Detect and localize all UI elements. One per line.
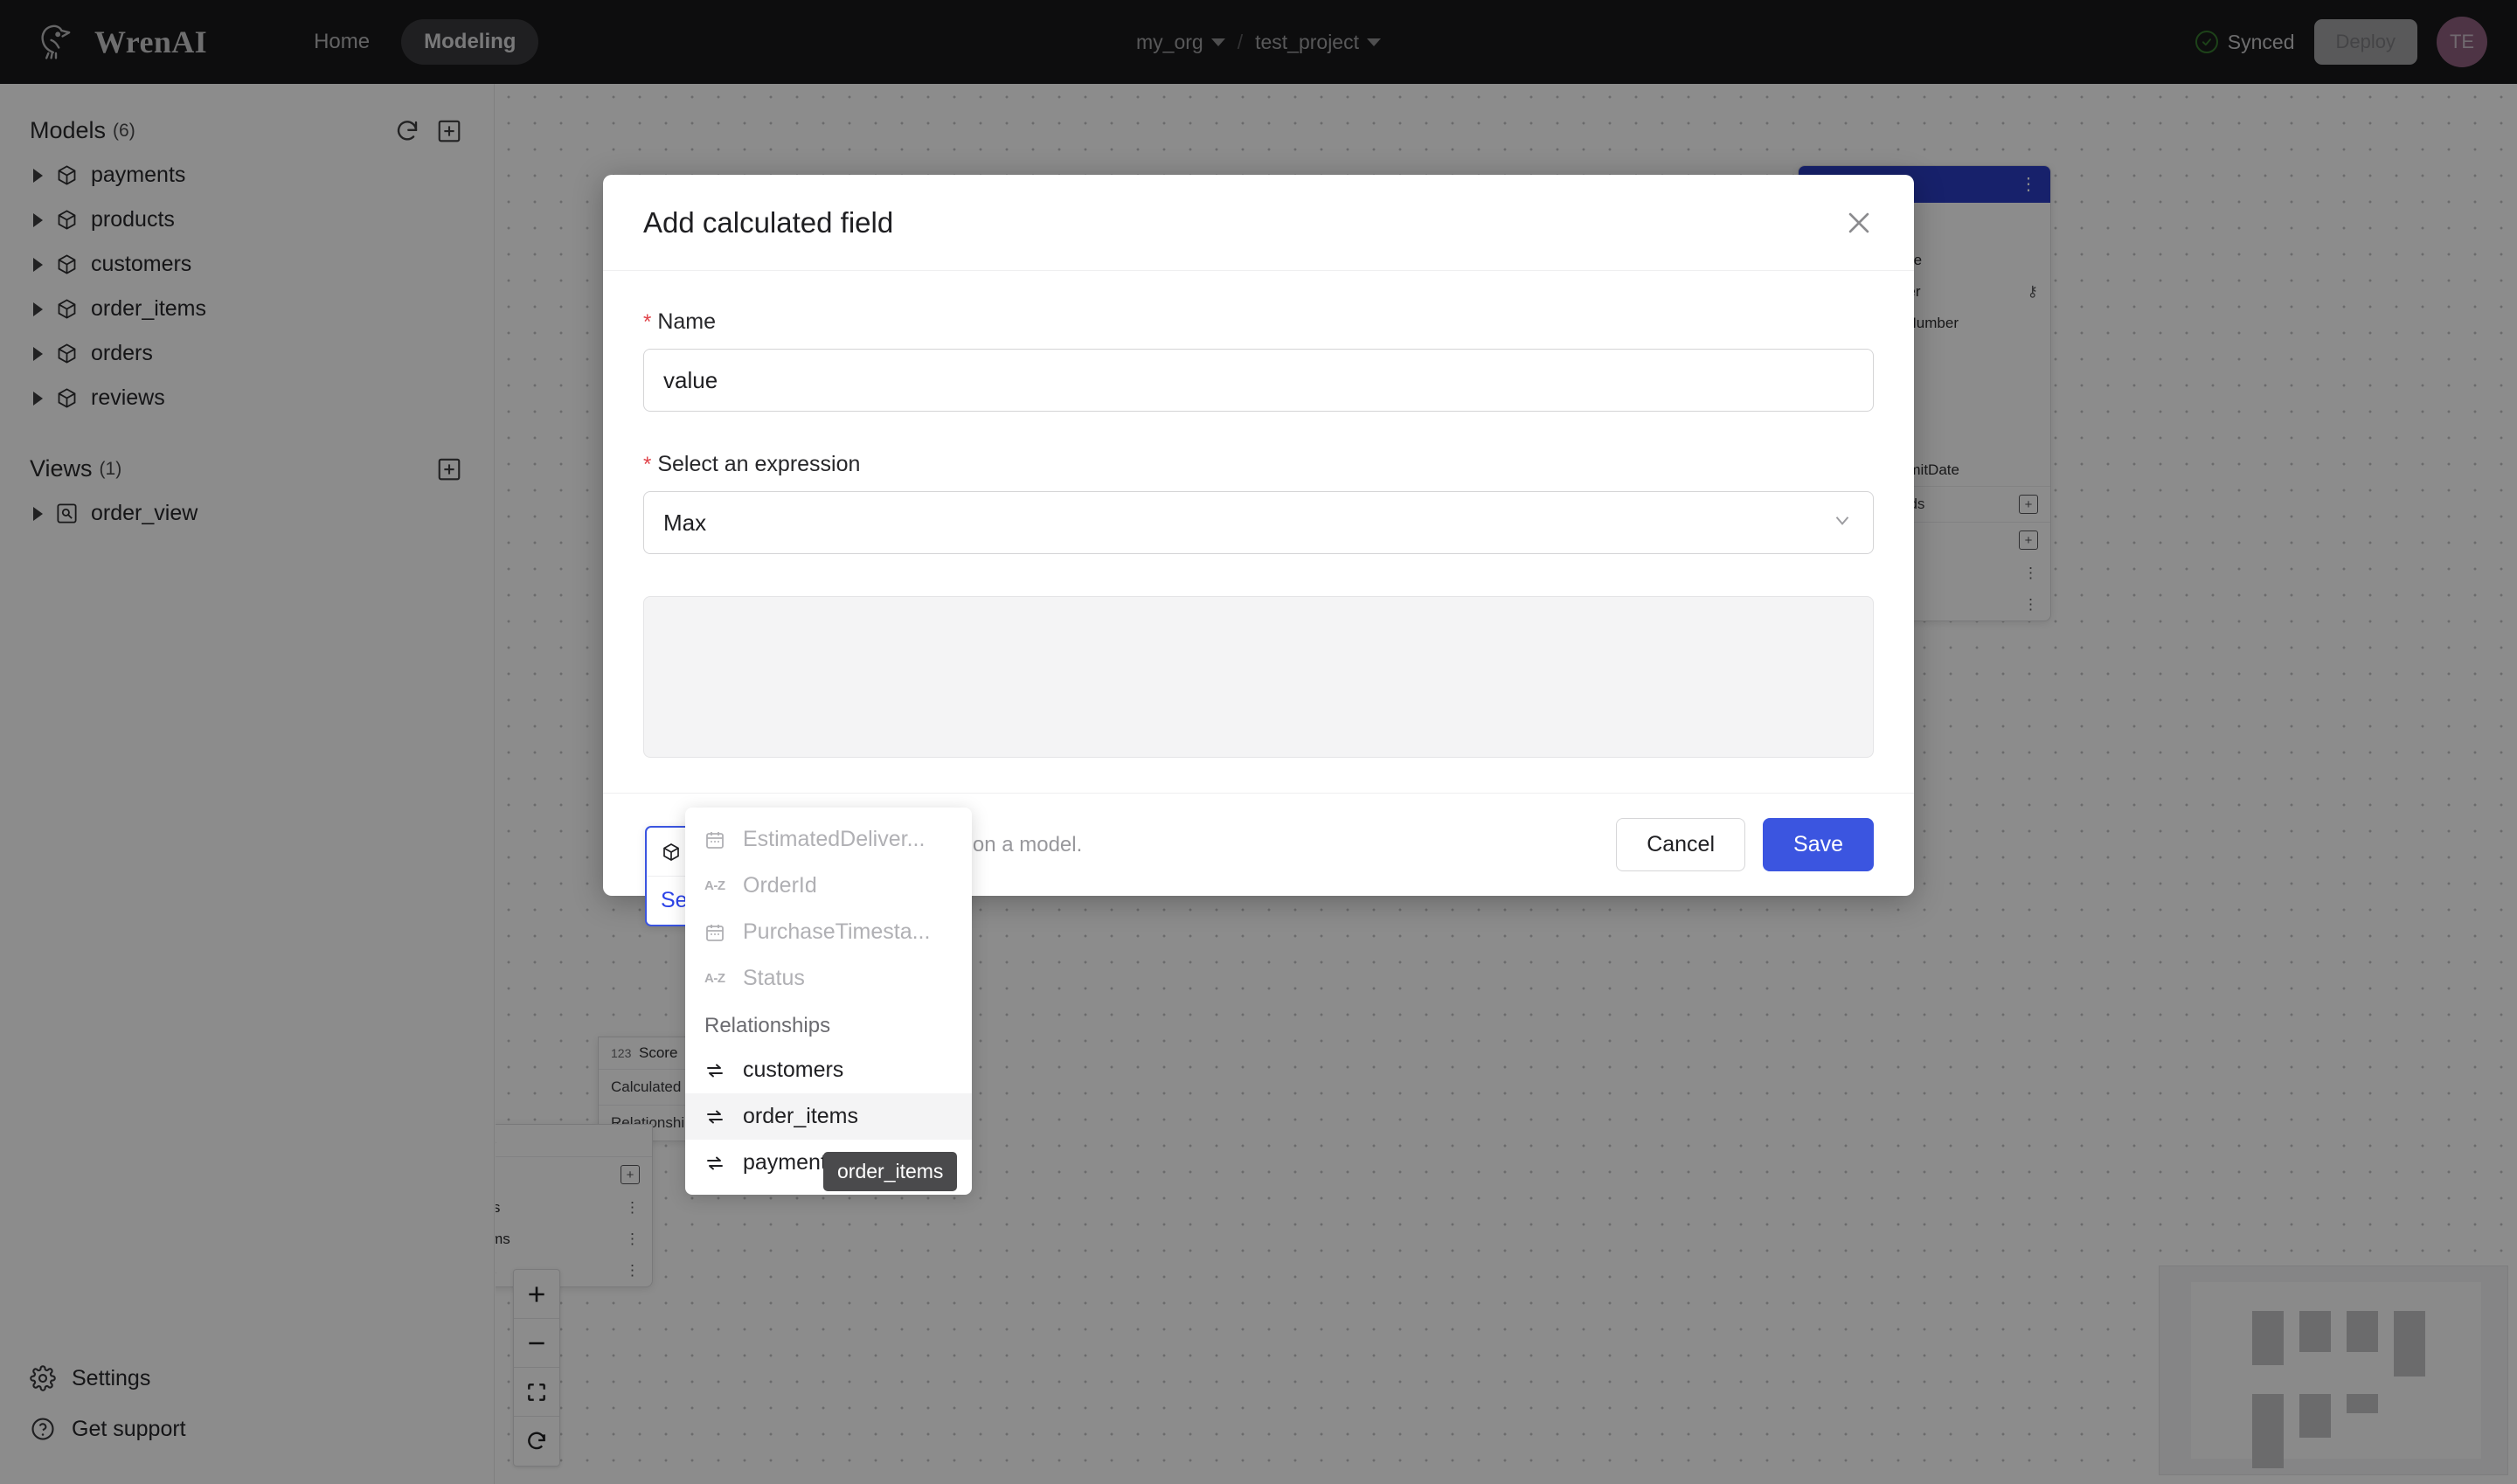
name-label-text: Name [657,309,717,334]
tooltip: order_items [823,1152,958,1191]
expression-field-label: * Select an expression [643,452,1874,477]
field-menu-label: OrderId [743,873,817,898]
relationship-icon [704,1106,731,1127]
save-button[interactable]: Save [1763,818,1874,871]
field-menu-label: order_items [743,1104,858,1128]
chevron-down-icon [1831,509,1854,537]
field-menu-relationship-customers[interactable]: customers [685,1047,972,1093]
modal-title: Add calculated field [643,205,894,239]
app-root: order_items ⋮ A-ZStatus 123FreightValue … [0,0,2517,1484]
field-menu-item: A-Z Status [685,955,972,1002]
field-menu-group-label: Relationships [704,1014,831,1037]
name-input[interactable] [643,349,1874,412]
expression-select[interactable]: Max [643,491,1874,554]
field-menu-item: A-Z OrderId [685,863,972,909]
required-marker: * [643,310,652,334]
close-icon[interactable] [1844,208,1874,238]
calendar-icon [704,922,731,943]
field-menu-relationship-order-items[interactable]: order_items [685,1093,972,1140]
cancel-button[interactable]: Cancel [1616,818,1746,871]
expression-selected-value: Max [663,509,707,536]
expression-label-text: Select an expression [657,452,861,476]
name-field-label: * Name [643,309,1874,335]
alphabetical-icon: A-Z [704,878,725,893]
model-cube-icon [661,842,682,863]
modal-body: * Name * Select an expression Max [603,271,1914,793]
relationship-icon [704,1153,731,1174]
field-menu-label: PurchaseTimesta... [743,919,931,944]
field-menu-label: EstimatedDeliver... [743,827,926,851]
lineage-diagram-area[interactable] [643,596,1874,758]
field-menu-item: PurchaseTimesta... [685,909,972,955]
field-menu-label: customers [743,1058,844,1082]
modal-footer-buttons: Cancel Save [1616,818,1874,871]
add-calculated-field-modal: Add calculated field * Name * Select an … [603,175,1914,926]
required-marker: * [643,453,652,476]
field-select-dropdown[interactable]: EstimatedDeliver... A-Z OrderId Purchase… [685,808,972,1195]
field-menu-item: EstimatedDeliver... [685,816,972,863]
alphabetical-icon: A-Z [704,971,725,986]
relationship-icon [704,1060,731,1081]
field-menu-label: Status [743,966,805,990]
modal-header: Add calculated field [603,175,1914,271]
calendar-icon [704,829,731,850]
